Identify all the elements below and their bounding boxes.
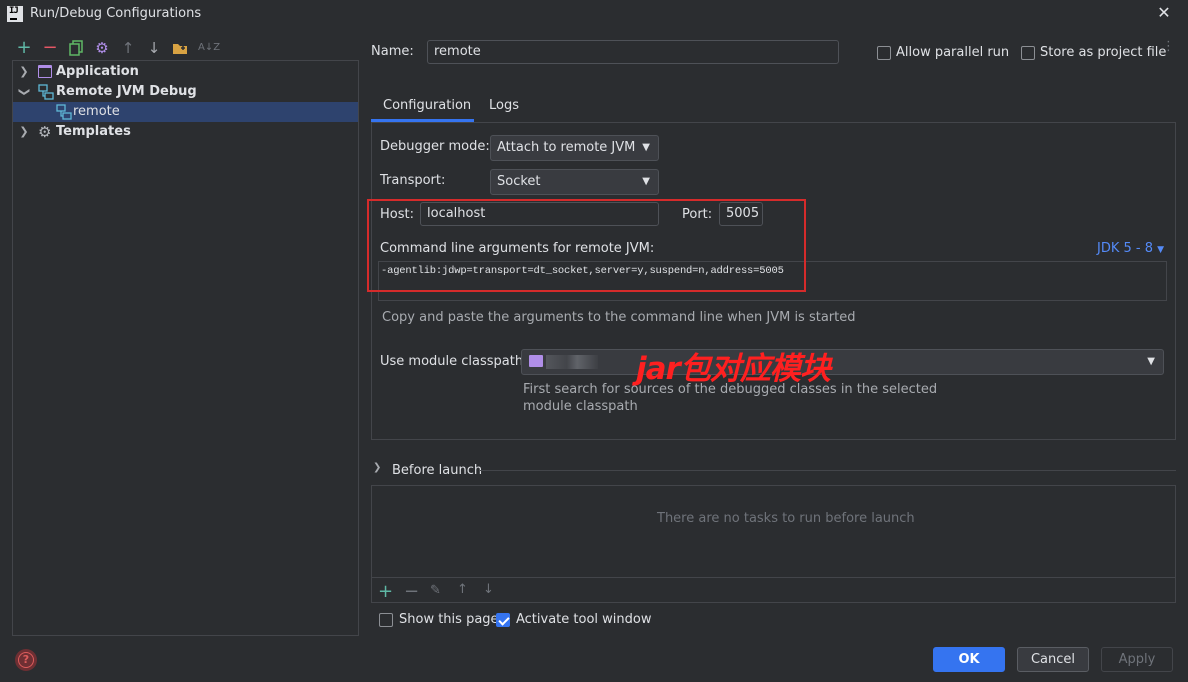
tree-item-label: Templates (56, 124, 131, 139)
tree-item-label: Application (56, 64, 139, 79)
debugger-mode-label: Debugger mode: (380, 139, 490, 154)
tree-item-application[interactable]: ❯ Application (13, 62, 358, 82)
arrow-down-icon[interactable]: ↓ (483, 582, 494, 597)
edit-task-icon[interactable]: ✎ (430, 583, 441, 598)
activate-tool-window-label: Activate tool window (516, 612, 652, 627)
arrow-down-icon[interactable]: ↓ (146, 40, 162, 56)
chevron-down-icon: ▼ (642, 176, 650, 187)
before-launch-empty-text: There are no tasks to run before launch (657, 511, 915, 526)
remove-task-icon[interactable]: − (404, 581, 419, 602)
module-icon (529, 355, 543, 367)
transport-value: Socket (497, 174, 541, 189)
highlight-box (367, 199, 806, 292)
transport-select[interactable]: Socket ▼ (490, 169, 659, 195)
debugger-mode-value: Attach to remote JVM (497, 140, 636, 155)
module-classpath-select[interactable]: ▼ (521, 349, 1164, 375)
transport-label: Transport: (380, 173, 446, 188)
close-icon[interactable]: ✕ (1156, 5, 1172, 21)
collapse-before-launch-icon[interactable]: ❯ (373, 462, 381, 473)
module-hint-line2: module classpath (523, 399, 638, 414)
help-icon[interactable]: ? (15, 649, 37, 671)
tree-item-label: remote (73, 104, 120, 119)
allow-parallel-label: Allow parallel run (896, 45, 1010, 60)
chevron-down-icon: ▼ (1157, 245, 1165, 255)
add-icon[interactable]: + (16, 39, 32, 57)
configuration-tree: ❯ Application ❯ Remote JVM Debug remote … (12, 60, 359, 636)
activate-tool-window-checkbox[interactable] (496, 613, 510, 627)
chevron-right-icon[interactable]: ❯ (19, 62, 29, 82)
allow-parallel-checkbox[interactable] (877, 46, 891, 60)
chevron-down-icon: ▼ (642, 142, 650, 153)
copy-icon[interactable] (68, 40, 84, 56)
tree-item-label: Remote JVM Debug (56, 84, 197, 99)
arrow-up-icon[interactable]: ↑ (457, 582, 468, 597)
tree-item-remote-jvm-debug[interactable]: ❯ Remote JVM Debug (13, 82, 358, 102)
show-page-label: Show this page (399, 612, 499, 627)
tree-item-remote[interactable]: remote (13, 102, 358, 122)
ok-button[interactable]: OK (933, 647, 1005, 672)
window-title: Run/Debug Configurations (30, 6, 202, 21)
store-as-file-label: Store as project file (1040, 45, 1167, 60)
sort-alpha-icon[interactable]: A↓Z (198, 40, 220, 56)
arrow-up-icon[interactable]: ↑ (120, 40, 136, 56)
jdk-version-link[interactable]: JDK 5 - 8 ▼ (1097, 241, 1164, 256)
cmdline-hint: Copy and paste the arguments to the comm… (382, 310, 856, 325)
remove-icon[interactable]: − (42, 39, 58, 57)
cancel-button[interactable]: Cancel (1017, 647, 1089, 672)
chevron-down-icon[interactable]: ❯ (14, 87, 34, 97)
separator (372, 577, 1175, 578)
apply-button[interactable]: Apply (1101, 647, 1173, 672)
store-as-file-checkbox[interactable] (1021, 46, 1035, 60)
blurred-module-name (546, 355, 598, 369)
new-folder-icon[interactable] (172, 40, 188, 56)
tree-item-templates[interactable]: ❯ ⚙ Templates (13, 122, 358, 142)
show-page-checkbox[interactable] (379, 613, 393, 627)
chevron-down-icon: ▼ (1147, 356, 1155, 367)
more-options-icon[interactable]: ⋮ (1162, 40, 1175, 53)
chevron-right-icon[interactable]: ❯ (19, 122, 29, 142)
add-task-icon[interactable]: + (378, 581, 393, 602)
module-hint-line1: First search for sources of the debugged… (523, 382, 938, 397)
gear-icon[interactable]: ⚙ (94, 40, 110, 56)
module-classpath-label: Use module classpath: (380, 354, 528, 369)
name-label: Name: (371, 44, 414, 59)
debugger-mode-select[interactable]: Attach to remote JVM ▼ (490, 135, 659, 161)
tab-configuration[interactable]: Configuration (383, 98, 471, 113)
app-logo-icon: IJ (7, 6, 23, 22)
title-bar: IJ Run/Debug Configurations ✕ (0, 0, 1188, 30)
tab-logs[interactable]: Logs (489, 98, 519, 113)
separator (480, 470, 1176, 471)
wrench-gear-icon: ⚙ (38, 123, 52, 141)
before-launch-label: Before launch (392, 463, 483, 478)
application-icon (38, 65, 52, 78)
name-input[interactable]: remote (427, 40, 839, 64)
